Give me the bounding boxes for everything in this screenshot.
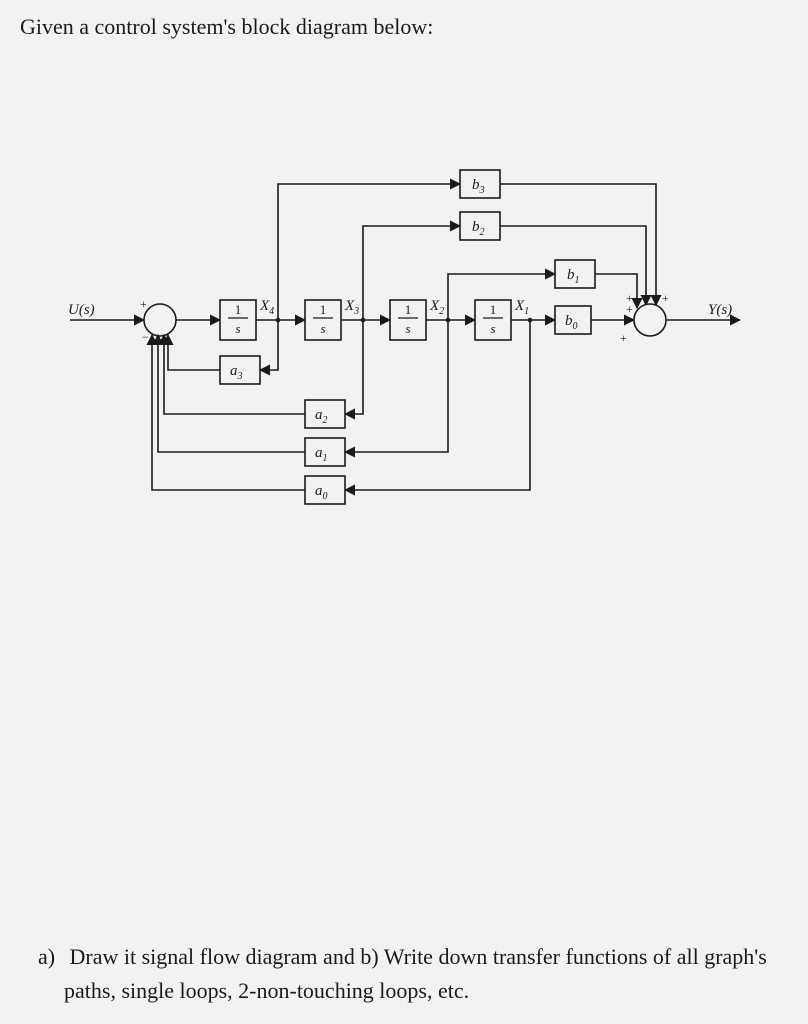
gain-block-a2: a2 [305, 400, 345, 428]
gain-block-a0: a0 [305, 476, 345, 504]
state-label-x1: X1 [514, 298, 529, 317]
integrator-block-3: 1 s [305, 300, 341, 340]
question-body: Draw it signal flow diagram and b) Write… [64, 944, 767, 1003]
sign-plus-extra: + [620, 331, 627, 345]
svg-text:1: 1 [320, 302, 327, 317]
state-label-x2: X2 [429, 298, 444, 317]
integrator-block-2: 1 s [390, 300, 426, 340]
input-label: U(s) [68, 302, 95, 318]
svg-text:s: s [320, 321, 325, 336]
sign-plus-b23: + [662, 291, 669, 305]
gain-block-b0: b0 [555, 306, 591, 334]
state-label-x4: X4 [259, 298, 274, 317]
gain-block-b3: b3 [460, 170, 500, 198]
gain-block-a1: a1 [305, 438, 345, 466]
summing-junction-output [634, 304, 666, 336]
prompt-text: Given a control system's block diagram b… [20, 14, 433, 40]
block-diagram: + − 1 s 1 s 1 s 1 [60, 150, 760, 510]
integrator-block-1: 1 s [475, 300, 511, 340]
gain-block-a3: a3 [220, 356, 260, 384]
gain-block-b2: b2 [460, 212, 500, 240]
gain-block-b1: b1 [555, 260, 595, 288]
output-label: Y(s) [708, 302, 732, 318]
integrator-block-4: 1 s [220, 300, 256, 340]
svg-text:1: 1 [490, 302, 497, 317]
summing-junction-input [144, 304, 176, 336]
svg-text:s: s [490, 321, 495, 336]
svg-text:s: s [235, 321, 240, 336]
sign-plus-b1: + [626, 291, 633, 305]
sign-plus: + [140, 297, 147, 311]
question-text: a) Draw it signal flow diagram and b) Wr… [64, 940, 772, 1008]
sign-minus: − [142, 330, 149, 344]
question-letter: a) [38, 940, 64, 974]
state-label-x3: X3 [344, 298, 359, 317]
svg-text:s: s [405, 321, 410, 336]
svg-text:1: 1 [235, 302, 242, 317]
svg-text:1: 1 [405, 302, 412, 317]
